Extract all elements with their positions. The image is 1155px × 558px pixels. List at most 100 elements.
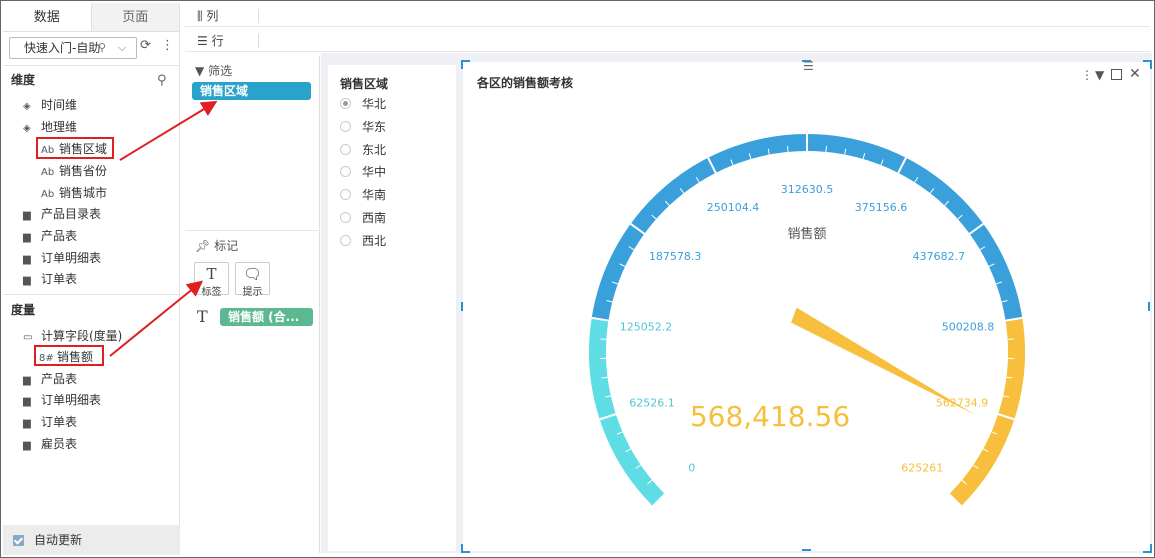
region-option[interactable]: 华北 [340, 94, 386, 114]
columns-shelf[interactable]: ⫼ 列 [185, 5, 1150, 27]
radio-button[interactable] [340, 143, 351, 155]
dim-item-sales-province[interactable]: Ab 销售省份 [41, 161, 107, 181]
label-mark-button[interactable]: T 标签 [194, 262, 229, 298]
region-option-label: 华南 [362, 188, 387, 203]
data-panel: 数据 页面 快速入门-自助 ⚲ ⌵ ⟳ ⋮ 维度 ⚲ ◈ 时间维 ◈ 地理维 Ab 销… [3, 3, 180, 555]
highlight-box [34, 345, 104, 366]
measure-item-calc-fields[interactable]: ▭ 计算字段(度量) [23, 326, 122, 346]
resize-handle[interactable] [802, 60, 811, 62]
radio-button[interactable] [340, 98, 351, 109]
divider [185, 230, 320, 231]
dim-item-time[interactable]: ◈ 时间维 [23, 95, 77, 115]
item-label: 订单明细表 [41, 393, 102, 407]
dataset-select[interactable]: 快速入门-自助 ⚲ ⌵ [9, 37, 137, 59]
radio-button[interactable] [340, 120, 351, 132]
radio-button[interactable] [340, 212, 351, 223]
item-label: 地理维 [41, 120, 78, 134]
measures-header: 度量 [11, 303, 36, 317]
region-option-label: 华东 [362, 119, 387, 134]
comment-icon: 🗨︎ [242, 265, 263, 283]
resize-handle[interactable] [802, 549, 811, 551]
filter-pill-sales-region[interactable]: 销售区域 [192, 82, 311, 100]
pin-icon: 📌︎ [195, 239, 211, 253]
dim-item-product-catalog[interactable]: ▆ 产品目录表 [23, 204, 101, 224]
tick-label: 625261 [901, 461, 943, 474]
dim-item-orders[interactable]: ▆ 订单表 [23, 269, 77, 289]
tick-label: 500208.8 [942, 321, 995, 334]
region-option[interactable]: 华中 [340, 162, 386, 182]
radio-button[interactable] [340, 166, 351, 178]
folder-icon: ▆ [23, 418, 31, 429]
rows-shelf[interactable]: ☰ 行 [185, 30, 1150, 52]
auto-update-label: 自动更新 [34, 533, 83, 547]
tab-page[interactable]: 页面 [91, 3, 179, 31]
columns-icon: ⫼ [197, 9, 203, 23]
tick-label: 0 [688, 461, 695, 474]
region-option[interactable]: 华南 [340, 185, 386, 205]
columns-label: 列 [206, 9, 219, 23]
dim-item-geo[interactable]: ◈ 地理维 [23, 117, 77, 137]
text-icon: T [206, 265, 217, 283]
gauge-chart-widget[interactable]: 各区的销售额考核 ☰ ⋮ ▼ ✕ 0 62526.1 125052.2 187578.… [463, 59, 1150, 551]
resize-corner[interactable] [1143, 60, 1152, 69]
rows-label: 行 [211, 34, 224, 48]
region-filter-title: 销售区域 [340, 77, 389, 91]
chevron-down-icon: ⌵ [118, 41, 127, 54]
radio-button[interactable] [340, 189, 351, 201]
region-option[interactable]: 西北 [340, 231, 386, 251]
checkbox-checked-icon[interactable] [13, 535, 24, 546]
region-option-label: 华北 [362, 97, 387, 111]
tooltip-mark-button[interactable]: 🗨︎ 提示 [235, 262, 270, 298]
resize-handle[interactable] [1148, 302, 1150, 311]
region-option[interactable]: 西南 [340, 208, 386, 228]
dimensions-header: 维度 [11, 73, 36, 87]
measure-item-product[interactable]: ▆ 产品表 [23, 369, 77, 389]
search-icon[interactable]: ⚲ [157, 73, 167, 88]
rows-icon: ☰ [197, 34, 208, 48]
dim-item-sales-city[interactable]: Ab 销售城市 [41, 183, 107, 203]
tick-label: 312630.5 [781, 183, 834, 196]
text-field-icon: Ab [41, 189, 55, 200]
radio-button[interactable] [340, 234, 351, 246]
tick-label: 250104.4 [707, 201, 760, 214]
folder-icon: ▆ [23, 275, 31, 286]
item-label: 订单表 [41, 272, 78, 286]
region-option[interactable]: 东北 [340, 140, 386, 160]
resize-handle[interactable] [461, 302, 463, 311]
item-label: 产品表 [41, 372, 78, 386]
region-option[interactable]: 华东 [340, 117, 386, 137]
layers-icon: ◈ [23, 123, 31, 134]
folder-icon: ▆ [23, 375, 31, 386]
gauge-tick [825, 145, 827, 152]
tick-label: 375156.6 [855, 201, 908, 214]
folder-icon: ▆ [23, 396, 31, 407]
filter-header: ▼ 筛选 [195, 62, 232, 79]
divider [258, 34, 259, 48]
dim-item-order-detail[interactable]: ▆ 订单明细表 [23, 248, 101, 268]
tick-label: 437682.7 [913, 250, 966, 263]
region-option-label: 西南 [362, 211, 387, 225]
measure-item-employees[interactable]: ▆ 雇员表 [23, 434, 77, 454]
region-option-label: 西北 [362, 233, 387, 248]
resize-corner[interactable] [1143, 544, 1152, 553]
gauge-band [949, 317, 1025, 507]
dataset-select-value: 快速入门-自助 [24, 41, 101, 55]
item-label: 产品目录表 [41, 207, 102, 221]
folder-icon: ▆ [23, 232, 31, 243]
resize-corner[interactable] [461, 60, 470, 69]
item-label: 雇员表 [41, 437, 78, 451]
measure-item-orders[interactable]: ▆ 订单表 [23, 412, 77, 432]
panel-tabs: 数据 页面 [3, 3, 179, 32]
auto-update-bar[interactable]: 自动更新 [3, 525, 180, 555]
more-vert-icon[interactable]: ⋮ [161, 38, 174, 53]
text-field-icon: Ab [41, 167, 55, 178]
resize-corner[interactable] [461, 544, 470, 553]
measure-item-order-detail[interactable]: ▆ 订单明细表 [23, 390, 101, 410]
tab-data[interactable]: 数据 [3, 3, 92, 31]
text-icon: T [197, 307, 208, 326]
tick-label: 187578.3 [649, 250, 702, 263]
dim-item-product[interactable]: ▆ 产品表 [23, 226, 77, 246]
mark-pill-sales[interactable]: 销售额 (合... [220, 308, 313, 326]
refresh-icon[interactable]: ⟳ [140, 38, 151, 53]
label-mark-text: 标签 [201, 287, 222, 298]
